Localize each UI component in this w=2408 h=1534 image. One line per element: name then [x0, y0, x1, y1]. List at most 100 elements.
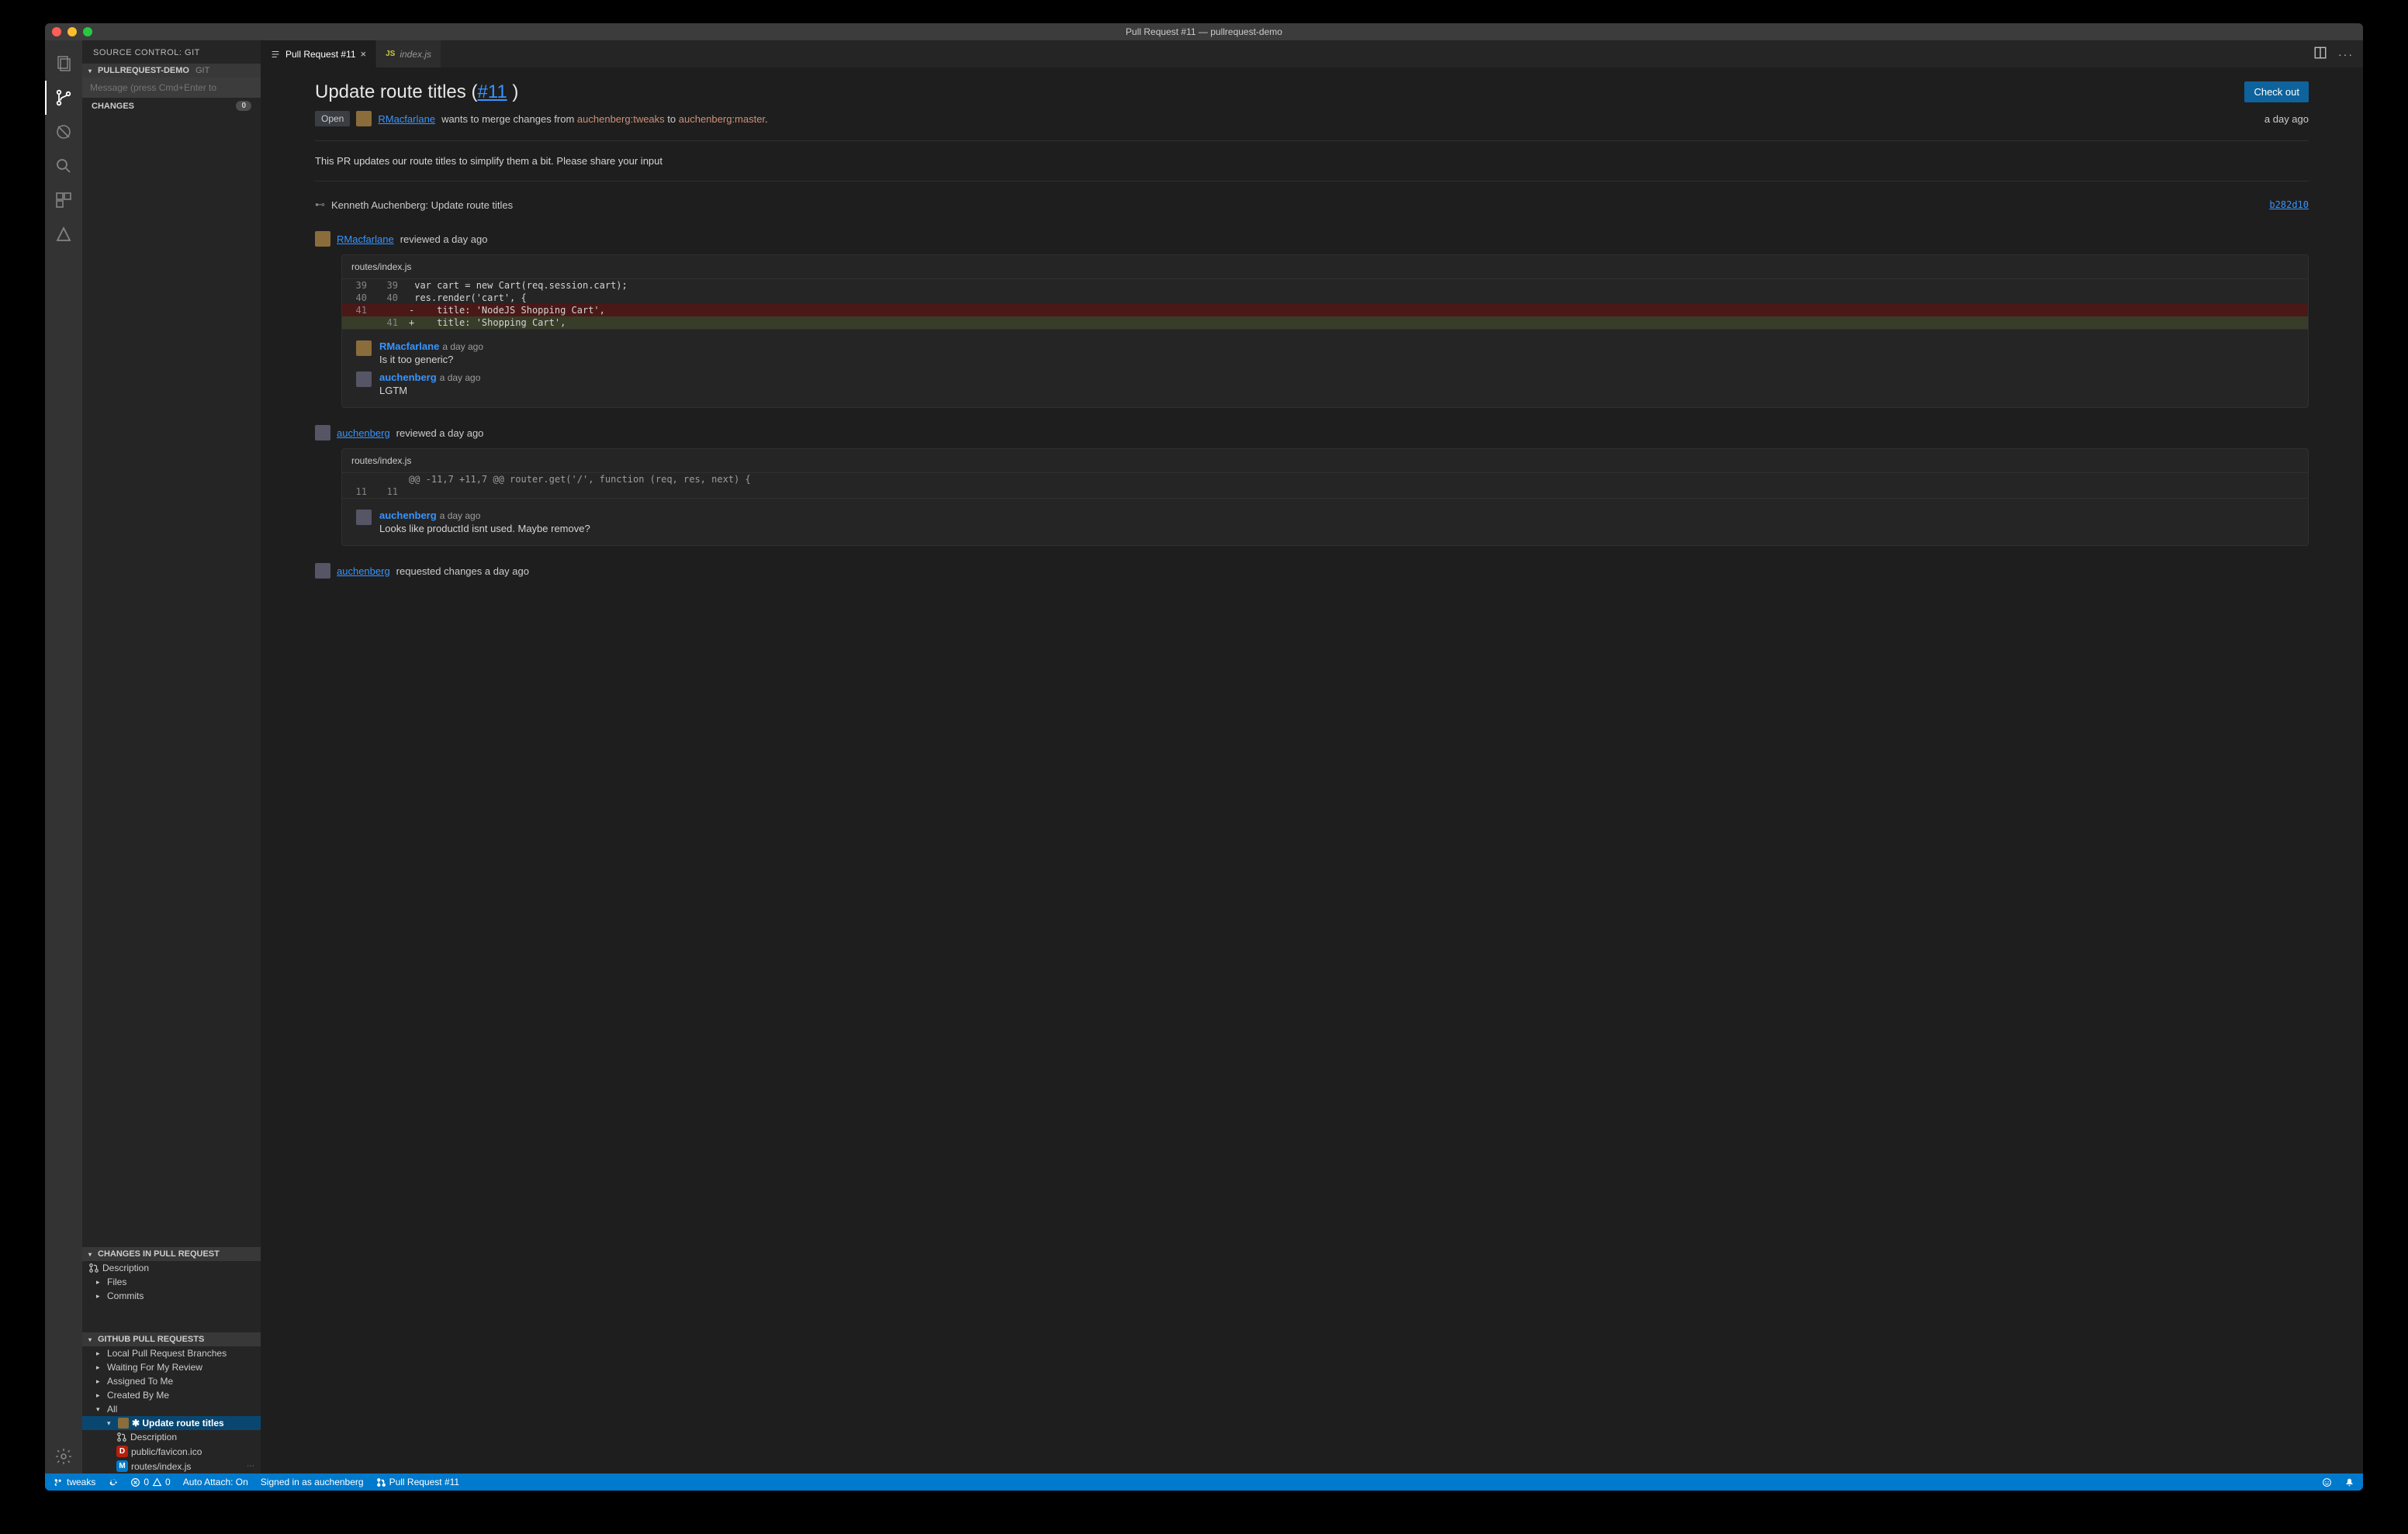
more-actions-icon[interactable]: ···: [2338, 48, 2354, 60]
avatar: [315, 563, 330, 579]
source-control-icon[interactable]: [45, 81, 82, 115]
diff-row: 1111: [342, 485, 2308, 498]
status-pullrequest[interactable]: Pull Request #11: [372, 1477, 464, 1487]
ghpr-header[interactable]: ▾ GITHUB PULL REQUESTS: [82, 1332, 261, 1346]
branch-name: tweaks: [67, 1477, 95, 1487]
sidebar: SOURCE CONTROL: GIT ▾ PULLREQUEST-DEMO G…: [82, 40, 261, 1474]
changes-label: CHANGES: [92, 102, 134, 111]
diff-row: 3939 var cart = new Cart(req.session.car…: [342, 279, 2308, 292]
repo-hint: GIT: [195, 66, 209, 75]
reviewer-link[interactable]: RMacfarlane: [337, 233, 394, 245]
window-close-button[interactable]: [52, 27, 61, 36]
editor-area: Pull Request #11 × JS index.js ··· Updat…: [261, 40, 2363, 1474]
branch-from: auchenberg:tweaks: [577, 113, 665, 125]
status-autoattach[interactable]: Auto Attach: On: [179, 1477, 252, 1487]
azure-icon[interactable]: [45, 217, 82, 251]
list-icon: [270, 49, 281, 60]
tree-label: Description: [130, 1432, 177, 1442]
pr-number-link[interactable]: #11: [477, 81, 507, 102]
chevron-down-icon: ▾: [88, 67, 95, 74]
window-minimize-button[interactable]: [67, 27, 77, 36]
ghpr-pr-item-selected[interactable]: ▾ ✱ Update route titles: [82, 1416, 261, 1430]
commit-sha-link[interactable]: b282d10: [2269, 199, 2309, 210]
ghpr-created[interactable]: ▸Created By Me: [82, 1388, 261, 1402]
pr-files-item[interactable]: ▸ Files: [82, 1275, 261, 1289]
ghpr-file-indexjs[interactable]: M routes/index.js ⋯: [82, 1459, 261, 1474]
status-branch[interactable]: tweaks: [50, 1477, 99, 1487]
diff-table: @@ -11,7 +11,7 @@ router.get('/', functi…: [342, 473, 2308, 498]
close-icon[interactable]: ×: [361, 48, 367, 60]
reviewer-link[interactable]: auchenberg: [337, 427, 390, 439]
tab-label: index.js: [400, 49, 431, 60]
reviewer-link[interactable]: auchenberg: [337, 565, 390, 577]
chevron-down-icon: ▾: [88, 1336, 95, 1343]
chevron-down-icon: ▾: [88, 1251, 95, 1258]
chevron-right-icon: ▸: [96, 1377, 104, 1386]
ghpr-waiting[interactable]: ▸Waiting For My Review: [82, 1360, 261, 1374]
explorer-icon[interactable]: [45, 47, 82, 81]
chevron-right-icon: ▸: [96, 1292, 104, 1301]
tree-label: public/favicon.ico: [131, 1446, 202, 1457]
status-notifications[interactable]: [2341, 1477, 2358, 1487]
status-signedin[interactable]: Signed in as auchenberg: [257, 1477, 368, 1487]
window-title: Pull Request #11 — pullrequest-demo: [1126, 26, 1282, 37]
review-file-path: routes/index.js: [342, 255, 2308, 279]
ghpr-pr-description[interactable]: Description: [82, 1430, 261, 1444]
git-commit-icon: ⊷: [315, 199, 325, 211]
repo-name: PULLREQUEST-DEMO: [98, 66, 189, 75]
git-pull-request-icon: [88, 1263, 99, 1273]
tab-indexjs[interactable]: JS index.js: [376, 40, 441, 67]
avatar: [356, 340, 372, 356]
inline-comment: auchenberga day ago Looks like productId…: [356, 506, 2308, 537]
pr-title-text: Update route titles (: [315, 81, 477, 102]
commit-message-input[interactable]: [82, 78, 261, 98]
review-file-path: routes/index.js: [342, 449, 2308, 473]
debug-icon[interactable]: [45, 115, 82, 149]
pr-time: a day ago: [2264, 113, 2309, 125]
warning-count: 0: [165, 1477, 171, 1487]
split-editor-icon[interactable]: [2313, 46, 2327, 62]
pr-state-badge: Open: [315, 111, 350, 126]
status-problems[interactable]: 0 0: [126, 1477, 174, 1487]
settings-icon[interactable]: [45, 1439, 82, 1474]
ghpr-assigned[interactable]: ▸Assigned To Me: [82, 1374, 261, 1388]
tab-pull-request[interactable]: Pull Request #11 ×: [261, 40, 376, 67]
ghpr-all[interactable]: ▾All: [82, 1402, 261, 1416]
extensions-icon[interactable]: [45, 183, 82, 217]
comment-author[interactable]: auchenberg: [379, 371, 437, 383]
diff-row-added: 41+ title: 'Shopping Cart',: [342, 316, 2308, 329]
status-sync[interactable]: [104, 1477, 122, 1487]
review-block: auchenberg reviewed a day ago routes/ind…: [315, 425, 2309, 546]
pr-title: Update route titles (#11 ): [315, 81, 2244, 103]
pr-author-link[interactable]: RMacfarlane: [378, 113, 435, 125]
comment-author[interactable]: auchenberg: [379, 510, 437, 521]
tab-label: Pull Request #11: [285, 49, 356, 60]
ghpr-header-label: GITHUB PULL REQUESTS: [98, 1335, 204, 1344]
pr-commits-item[interactable]: ▸ Commits: [82, 1289, 261, 1303]
titlebar: Pull Request #11 — pullrequest-demo: [45, 23, 2363, 40]
avatar: [356, 371, 372, 387]
commit-title: Kenneth Auchenberg: Update route titles: [331, 199, 513, 211]
search-icon[interactable]: [45, 149, 82, 183]
window-zoom-button[interactable]: [83, 27, 92, 36]
status-bar: tweaks 0 0 Auto Attach: On Signed in as …: [45, 1474, 2363, 1491]
ghpr-local-branches[interactable]: ▸Local Pull Request Branches: [82, 1346, 261, 1360]
ghpr-file-favicon[interactable]: D public/favicon.ico: [82, 1444, 261, 1459]
error-count: 0: [144, 1477, 149, 1487]
tree-label: Files: [107, 1277, 126, 1287]
repo-header[interactable]: ▾ PULLREQUEST-DEMO GIT: [82, 64, 261, 78]
pr-changes-header[interactable]: ▾ CHANGES IN PULL REQUEST: [82, 1247, 261, 1261]
js-file-icon: JS: [386, 50, 395, 58]
status-feedback[interactable]: [2318, 1477, 2336, 1487]
avatar: [356, 111, 372, 126]
git-pull-request-icon: [116, 1432, 127, 1442]
avatar: [315, 231, 330, 247]
chevron-right-icon: ▸: [96, 1391, 104, 1400]
chevron-down-icon: ▾: [107, 1419, 115, 1428]
pr-description-item[interactable]: Description: [82, 1261, 261, 1275]
chevron-down-icon: ▾: [96, 1405, 104, 1414]
review-block: RMacfarlane reviewed a day ago routes/in…: [315, 231, 2309, 408]
changes-row[interactable]: CHANGES 0: [82, 98, 261, 114]
comment-author[interactable]: RMacfarlane: [379, 340, 439, 352]
checkout-button[interactable]: Check out: [2244, 81, 2309, 102]
